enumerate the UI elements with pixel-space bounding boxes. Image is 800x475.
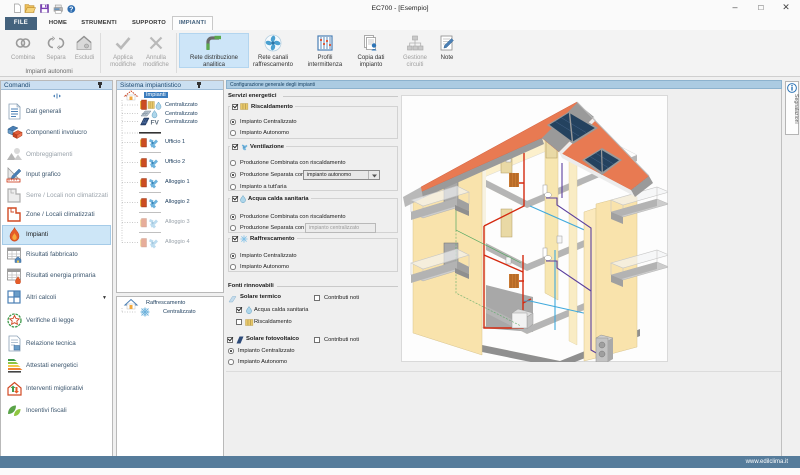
svg-text:FV: FV [151, 120, 160, 127]
svg-text:?: ? [69, 7, 73, 14]
